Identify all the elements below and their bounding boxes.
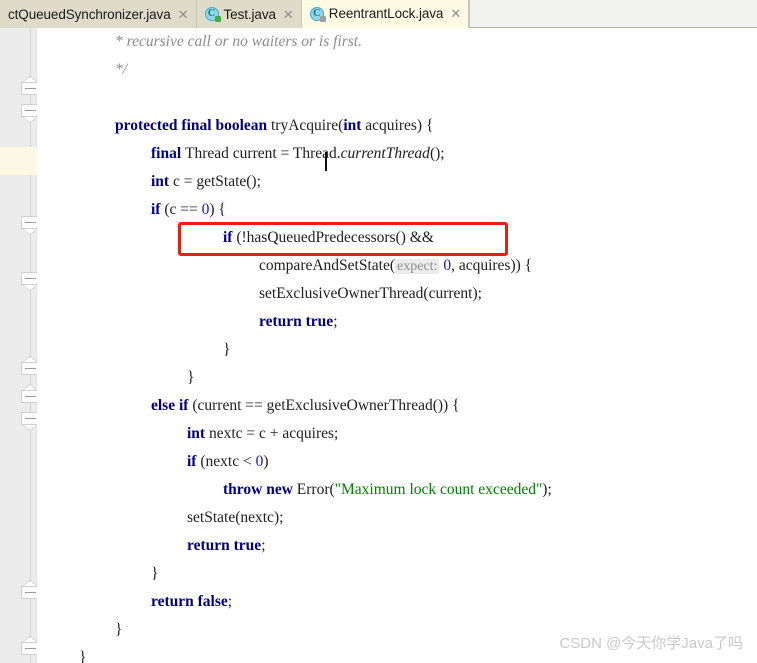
tab-label: Test.java <box>223 6 276 22</box>
code-line: } <box>223 341 231 358</box>
code-line: } <box>115 621 123 638</box>
close-icon[interactable]: ✕ <box>176 8 189 21</box>
code-line-boxed: if (!hasQueuedPredecessors() && <box>223 229 434 246</box>
code-line: protected final boolean tryAcquire(int a… <box>115 117 434 134</box>
tab-label: ctQueuedSynchronizer.java <box>8 6 171 22</box>
code-line: throw new Error("Maximum lock count exce… <box>223 481 552 498</box>
fold-connector-line <box>30 28 31 663</box>
code-text-area[interactable]: * recursive call or no waiters or is fir… <box>37 28 757 663</box>
code-editor[interactable]: * recursive call or no waiters or is fir… <box>0 28 757 663</box>
ide-editor-window: ctQueuedSynchronizer.java ✕ C Test.java … <box>0 0 757 663</box>
code-line: return true; <box>187 537 266 554</box>
code-line: setExclusiveOwnerThread(current); <box>259 285 482 302</box>
text-caret <box>325 152 327 171</box>
tab-label: ReentrantLock.java <box>328 6 444 21</box>
code-line: */ <box>115 56 127 84</box>
editor-tab-bar: ctQueuedSynchronizer.java ✕ C Test.java … <box>0 0 757 28</box>
code-line: } <box>151 565 159 582</box>
code-line: * recursive call or no waiters or is fir… <box>115 28 362 56</box>
watermark-text: CSDN @今天你学Java了吗 <box>559 635 743 652</box>
code-line: compareAndSetState(expect: 0, acquires))… <box>259 257 533 274</box>
java-class-icon: C <box>204 7 221 22</box>
java-class-icon: C <box>309 6 326 22</box>
tab-test-java[interactable]: C Test.java ✕ <box>196 0 302 28</box>
code-line: return true; <box>259 313 338 330</box>
code-line: } <box>79 649 87 663</box>
comment-token: * recursive call or no waiters or is fir… <box>115 33 362 50</box>
tab-bar-empty-space <box>469 0 757 27</box>
close-icon[interactable]: ✕ <box>281 8 294 21</box>
comment-token: */ <box>115 61 128 78</box>
code-line: int nextc = c + acquires; <box>187 425 339 442</box>
code-line: return false; <box>151 593 233 610</box>
code-line: if (nextc < 0) <box>187 453 269 470</box>
code-line: if (c == 0) { <box>151 201 226 218</box>
code-line: else if (current == getExclusiveOwnerThr… <box>151 397 460 414</box>
code-line: } <box>187 369 195 386</box>
code-line: setState(nextc); <box>187 509 284 526</box>
tab-abstract-queued-synchronizer[interactable]: ctQueuedSynchronizer.java ✕ <box>0 0 197 28</box>
tab-reentrant-lock-java[interactable]: C ReentrantLock.java ✕ <box>301 0 470 28</box>
code-line: final Thread current = Thread.currentThr… <box>151 145 445 162</box>
code-line: int c = getState(); <box>151 173 261 190</box>
close-icon[interactable]: ✕ <box>448 7 461 20</box>
